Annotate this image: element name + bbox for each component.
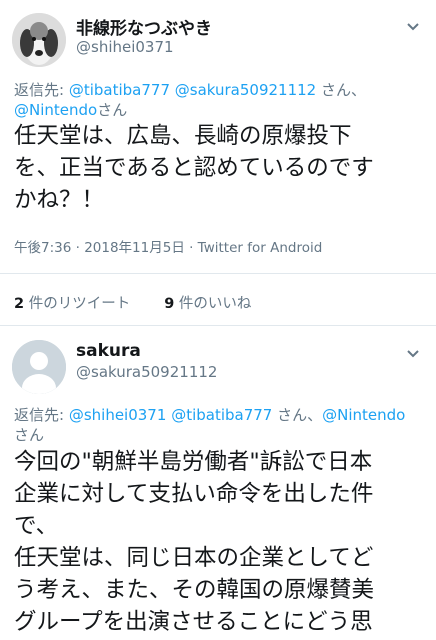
tweet-text-line: う考え、また、その韓国の原爆賛美: [14, 577, 375, 603]
reply-to-line: 返信先: @shihei0371 @tibatiba777 さん、@Ninten…: [14, 405, 429, 445]
tweet-text-line: 企業に対して支払い命令を出した件: [14, 481, 374, 507]
tweet-text-line: グループを出演させることにどう思: [14, 609, 373, 635]
reply-prefix: 返信先:: [14, 81, 69, 99]
divider: [0, 273, 436, 274]
divider: [0, 325, 436, 326]
tweet-text-line: 任天堂は、同じ日本の企業としてど: [14, 545, 374, 571]
display-name[interactable]: sakura: [76, 341, 141, 361]
default-profile-icon: [12, 340, 66, 394]
mention-link[interactable]: @tibatiba777: [69, 81, 170, 99]
likes-stat[interactable]: 9 件のいいね: [164, 296, 251, 312]
mention-link[interactable]: @Nintendo: [322, 406, 405, 424]
chevron-down-icon[interactable]: [406, 19, 420, 33]
tweet-text: 任天堂は、広島、長崎の原爆投下 を、正当であると認めているのです かね？！: [14, 120, 374, 216]
avatar-dog[interactable]: [12, 13, 66, 67]
engagement-stats: 2 件のリツイート 9 件のいいね: [14, 292, 251, 313]
mention-link[interactable]: @sakura50921112: [175, 81, 316, 99]
reply-suffix: さん: [14, 426, 45, 444]
mention-link[interactable]: @Nintendo: [14, 101, 97, 119]
chevron-down-icon[interactable]: [406, 346, 420, 360]
tweet-text: 今回の"朝鮮半島労働者"訴訟で日本 企業に対して支払い命令を出した件 で、 任天…: [14, 446, 374, 638]
tweet-text-line: 任天堂は、広島、長崎の原爆投下: [14, 123, 352, 149]
mention-link[interactable]: @tibatiba777: [171, 406, 272, 424]
timestamp[interactable]: 午後7:36 · 2018年11月5日 · Twitter for Androi…: [14, 236, 322, 256]
reply-to-line: 返信先: @tibatiba777 @sakura50921112 さん、 @Ni…: [14, 80, 424, 120]
tweet-text-line: を、正当であると認めているのです: [14, 155, 374, 181]
tweet-text-line: で、: [14, 513, 59, 539]
mention-link[interactable]: @shihei0371: [69, 406, 167, 424]
reply-suffix: さん、: [272, 406, 323, 424]
dog-avatar-icon: [12, 13, 66, 67]
reply-prefix: 返信先:: [14, 406, 69, 424]
user-handle[interactable]: @shihei0371: [76, 38, 174, 56]
tweet-text-line: かね？！: [14, 187, 105, 213]
avatar-default[interactable]: [12, 340, 66, 394]
retweets-stat[interactable]: 2 件のリツイート: [14, 296, 130, 312]
display-name[interactable]: 非線形なつぶやき: [76, 14, 212, 39]
reply-suffix: さん、: [316, 81, 366, 99]
reply-suffix: さん: [97, 101, 128, 119]
user-handle[interactable]: @sakura50921112: [76, 363, 217, 381]
tweet-text-line: 今回の"朝鮮半島労働者"訴訟で日本: [14, 449, 373, 475]
